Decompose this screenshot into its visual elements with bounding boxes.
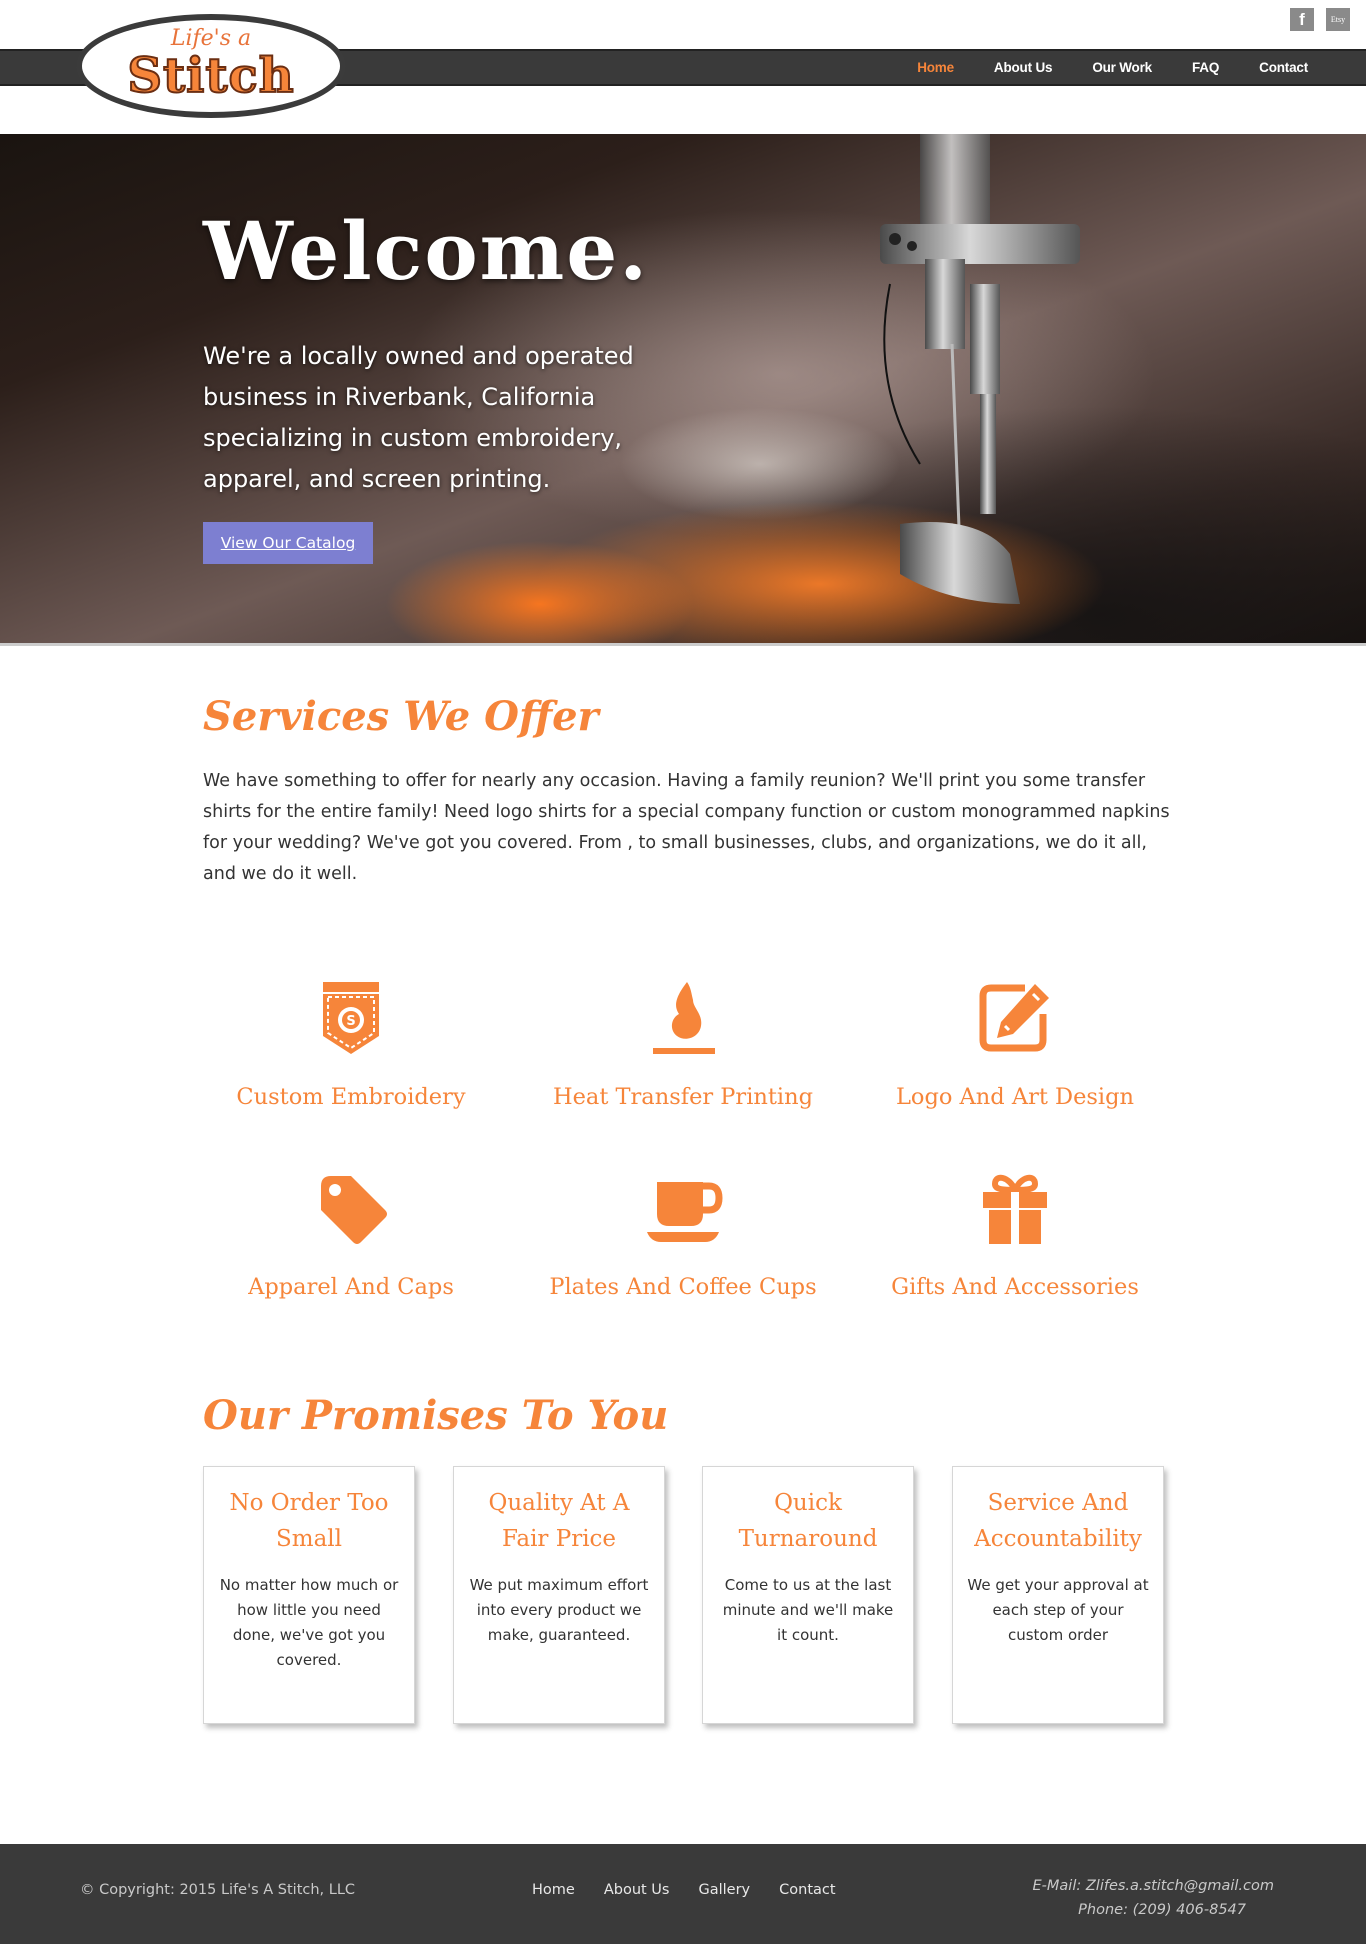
footer-link-contact[interactable]: Contact	[779, 1882, 835, 1898]
service-custom-embroidery[interactable]: S Custom Embroidery	[206, 978, 496, 1110]
promises-heading: Our Promises To You	[203, 1392, 669, 1439]
promise-card-body: We get your approval at each step of you…	[967, 1576, 1149, 1644]
gift-icon	[983, 1174, 1047, 1244]
copyright-text: © Copyright: 2015 Life's A Stitch, LLC	[80, 1882, 356, 1898]
service-label: Heat Transfer Printing	[552, 1084, 814, 1110]
footer-link-home[interactable]: Home	[532, 1882, 575, 1898]
footer-phone: Phone: (209) 406-8547	[1078, 1902, 1246, 1918]
promise-card-title: Quick Turnaround	[738, 1490, 878, 1552]
promise-card-title: No Order Too Small	[229, 1490, 389, 1552]
hero-subtitle: We're a locally owned and operated busin…	[203, 342, 634, 493]
footer-nav: Home About Us Gallery Contact	[532, 1882, 865, 1898]
promise-card: Quality At A Fair Price We put maximum e…	[453, 1466, 665, 1724]
service-label: Gifts And Accessories	[891, 1274, 1139, 1300]
promise-card: No Order Too Small No matter how much or…	[203, 1466, 415, 1724]
service-gifts-and-accessories[interactable]: Gifts And Accessories	[870, 1168, 1160, 1300]
coffee-cup-icon	[647, 1182, 723, 1242]
promise-card: Quick Turnaround Come to us at the last …	[702, 1466, 914, 1724]
footer: © Copyright: 2015 Life's A Stitch, LLC H…	[0, 1844, 1366, 1944]
service-apparel-and-caps[interactable]: Apparel And Caps	[206, 1168, 496, 1300]
promise-card-title: Service And Accountability	[974, 1490, 1142, 1552]
facebook-icon[interactable]: f	[1290, 8, 1314, 31]
nav-faq[interactable]: FAQ	[1192, 60, 1219, 75]
promise-card-title: Quality At A Fair Price	[488, 1490, 630, 1552]
logo-wordmark: Stitch	[126, 47, 295, 105]
promise-card-body: Come to us at the last minute and we'll …	[722, 1576, 894, 1644]
edit-pencil-icon	[979, 984, 1049, 1052]
services-description: We have something to offer for nearly an…	[203, 771, 1170, 884]
promise-card-body: No matter how much or how little you nee…	[219, 1576, 399, 1669]
site-logo[interactable]: Life's a Stitch	[76, 14, 346, 118]
etsy-icon[interactable]: Etsy	[1326, 8, 1350, 31]
service-label: Custom Embroidery	[236, 1084, 466, 1110]
flame-icon	[653, 982, 715, 1054]
view-catalog-button[interactable]: View Our Catalog	[203, 522, 373, 564]
sewing-machine-illustration	[880, 134, 1080, 604]
footer-email[interactable]: E-Mail: Zlifes.a.stitch@gmail.com	[1033, 1874, 1274, 1898]
social-links: f Etsy	[1290, 8, 1350, 31]
service-label: Plates And Coffee Cups	[549, 1274, 817, 1300]
promise-card-body: We put maximum effort into every product…	[469, 1576, 649, 1644]
promise-card: Service And Accountability We get your a…	[952, 1466, 1164, 1724]
tag-icon	[321, 1176, 387, 1244]
service-plates-and-coffee-cups[interactable]: Plates And Coffee Cups	[538, 1168, 828, 1300]
nav-about-us[interactable]: About Us	[994, 60, 1053, 75]
nav-contact[interactable]: Contact	[1259, 60, 1308, 75]
pocket-badge-icon: S	[323, 982, 379, 1054]
nav-our-work[interactable]: Our Work	[1092, 60, 1152, 75]
nav-home[interactable]: Home	[917, 60, 954, 75]
hero-banner: Welcome. We're a locally owned and opera…	[0, 134, 1366, 646]
service-logo-and-art-design[interactable]: Logo And Art Design	[870, 978, 1160, 1110]
service-label: Apparel And Caps	[248, 1274, 454, 1300]
service-heat-transfer-printing[interactable]: Heat Transfer Printing	[538, 978, 828, 1110]
footer-link-gallery[interactable]: Gallery	[698, 1882, 750, 1898]
svg-text:S: S	[346, 1014, 355, 1029]
services-heading: Services We Offer	[203, 693, 599, 740]
main-nav: Home About Us Our Work FAQ Contact	[877, 51, 1308, 84]
service-label: Logo And Art Design	[895, 1084, 1135, 1110]
hero-text: Welcome. We're a locally owned and opera…	[203, 204, 663, 500]
footer-contact: E-Mail: Zlifes.a.stitch@gmail.com Phone:…	[1033, 1874, 1274, 1922]
hero-title: Welcome.	[203, 204, 650, 298]
footer-link-about-us[interactable]: About Us	[604, 1882, 670, 1898]
